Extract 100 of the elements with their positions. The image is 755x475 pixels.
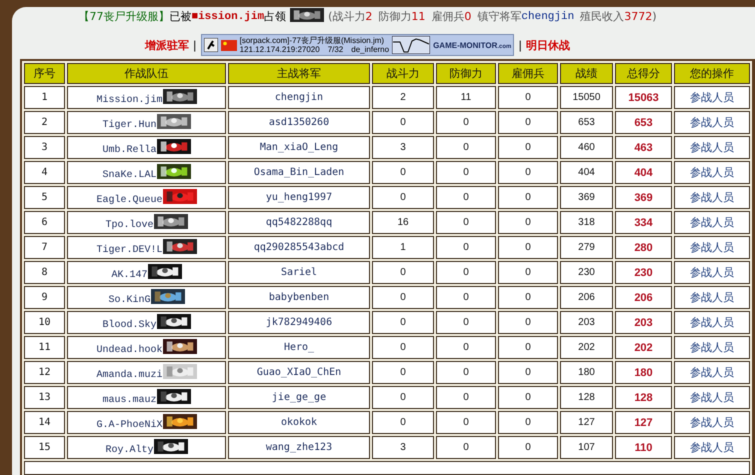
table-cell: 653 [560, 111, 613, 134]
roster-link[interactable]: 参战人员 [674, 411, 750, 434]
table-cell: 334 [615, 211, 672, 234]
table-cell: 0 [436, 436, 496, 459]
roster-link[interactable]: 参战人员 [674, 311, 750, 334]
taken-by-label: 已被 [169, 9, 192, 24]
roster-link[interactable]: 参战人员 [674, 186, 750, 209]
table-cell: 0 [372, 411, 434, 434]
team-name: Mission.jim [96, 94, 162, 106]
separator: | [518, 38, 522, 52]
table-cell: 15063 [615, 86, 672, 109]
truce-link[interactable]: 明日休战 [526, 38, 570, 52]
table-cell: 0 [498, 186, 558, 209]
team-name: Tpo.love [105, 220, 154, 232]
table-cell: 0 [498, 436, 558, 459]
table-cell: 0 [372, 111, 434, 134]
table-cell: wang_zhe123 [228, 436, 370, 459]
column-header: 战绩 [560, 63, 613, 84]
table-cell: 206 [615, 286, 672, 309]
column-header: 作战队伍 [67, 63, 226, 84]
table-cell: 5 [24, 186, 65, 209]
team-name: Roy.Alty [105, 444, 154, 456]
table-cell: 0 [372, 161, 434, 184]
table-cell: 202 [560, 336, 613, 359]
team-name: Undead.hook [96, 344, 162, 356]
table-cell: 14 [24, 411, 65, 434]
roster-link[interactable]: 参战人员 [674, 111, 750, 134]
table-cell: 2 [372, 86, 434, 109]
table-cell: 0 [372, 361, 434, 384]
table-cell: 6 [24, 211, 65, 234]
table-cell: 0 [498, 161, 558, 184]
table-cell: 13 [24, 386, 65, 409]
table-cell: 16 [372, 211, 434, 234]
table-cell: 11 [24, 336, 65, 359]
table-cell: 0 [498, 211, 558, 234]
table-cell: 1 [24, 86, 65, 109]
roster-link[interactable]: 参战人员 [674, 86, 750, 109]
map-name: de_inferno [351, 45, 390, 54]
stat-value: 11 [411, 10, 426, 23]
flag-icon [220, 40, 237, 50]
table-cell: 280 [615, 236, 672, 259]
player-count: 7/32 [328, 45, 344, 54]
table-cell: 203 [560, 311, 613, 334]
table-cell: 318 [560, 211, 613, 234]
roster-link[interactable]: 参战人员 [674, 336, 750, 359]
table-cell: 10 [24, 311, 65, 334]
roster-link[interactable]: 参战人员 [674, 211, 750, 234]
stats-open: ( [328, 10, 332, 23]
server-address: 121.12.174.219:27020 [240, 45, 320, 54]
roster-link[interactable]: 参战人员 [674, 386, 750, 409]
table-cell: 0 [498, 236, 558, 259]
roster-link[interactable]: 参战人员 [674, 436, 750, 459]
roster-link[interactable]: 参战人员 [674, 161, 750, 184]
table-cell: 1 [372, 236, 434, 259]
table-cell: 0 [436, 111, 496, 134]
table-cell: 404 [615, 161, 672, 184]
team-name: Tiger.Hun [102, 120, 156, 132]
reinforce-link[interactable]: 增派驻军 [144, 38, 189, 52]
table-cell: 11 [436, 86, 496, 109]
stats-close: ) [652, 10, 657, 23]
team-name: Amanda.muzi [96, 370, 162, 382]
stat-value: 0 [464, 10, 472, 23]
table-cell: jk782949406 [228, 311, 370, 334]
general-name: chengjin [521, 10, 574, 22]
table-cell: jie_ge_ge [228, 386, 370, 409]
table-cell: 0 [436, 261, 496, 284]
table-cell: 369 [560, 186, 613, 209]
table-cell: 203 [615, 311, 672, 334]
roster-link[interactable]: 参战人员 [674, 261, 750, 284]
table-cell: babybenben [228, 286, 370, 309]
stat-value: 2 [365, 10, 372, 23]
table-cell: Sariel [228, 261, 370, 284]
team-name: SnaKe.LAL [102, 170, 156, 182]
table-cell: 0 [436, 211, 496, 234]
roster-link[interactable]: 参战人员 [674, 286, 750, 309]
table-cell: 2 [24, 111, 65, 134]
roster-link[interactable]: 参战人员 [674, 361, 750, 384]
table-cell: 0 [498, 136, 558, 159]
table-cell: 0 [498, 361, 558, 384]
table-cell: 0 [436, 161, 496, 184]
table-cell: 0 [372, 186, 434, 209]
table-cell: 0 [498, 411, 558, 434]
table-cell: 653 [615, 111, 672, 134]
stat-label: 战斗力 [332, 9, 366, 24]
table-cell: 230 [560, 261, 613, 284]
column-header: 战斗力 [372, 63, 434, 84]
roster-link[interactable]: 参战人员 [674, 236, 750, 259]
table-cell: 0 [436, 336, 496, 359]
player-graph [392, 36, 430, 54]
table-cell: 230 [615, 261, 672, 284]
table-cell: 0 [372, 386, 434, 409]
table-cell: 279 [560, 236, 613, 259]
stat-label: 防御力 [378, 9, 412, 24]
table-cell: Osama_Bin_Laden [228, 161, 370, 184]
table-cell: 0 [436, 286, 496, 309]
table-cell: 404 [560, 161, 613, 184]
roster-link[interactable]: 参战人员 [674, 136, 750, 159]
table-cell: 9 [24, 286, 65, 309]
table-cell: 0 [498, 286, 558, 309]
column-header: 总得分 [615, 63, 672, 84]
